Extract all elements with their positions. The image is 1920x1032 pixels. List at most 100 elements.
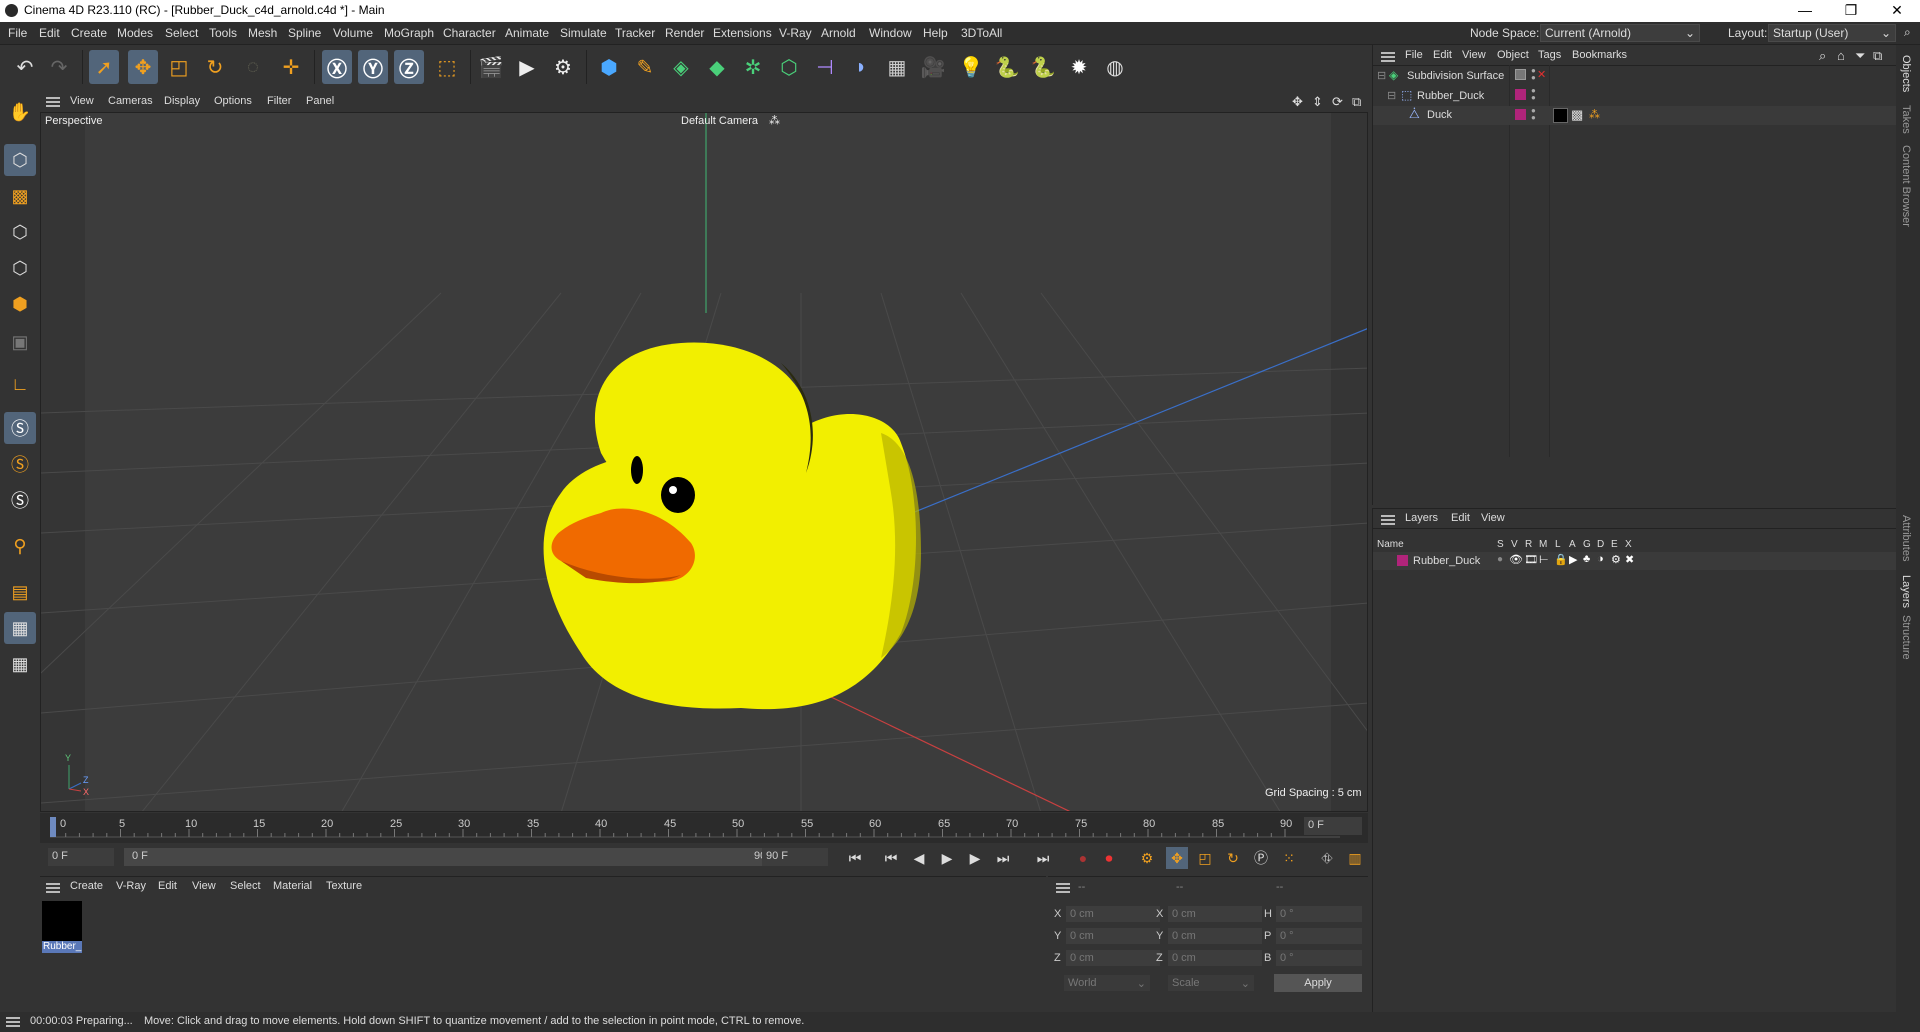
key-parameter-icon[interactable]: Ⓟ bbox=[1250, 847, 1272, 869]
move-tool-icon[interactable]: ✥ bbox=[128, 50, 158, 84]
pen-spline-icon[interactable]: ✎ bbox=[630, 50, 660, 84]
layer-row[interactable]: Rubber_Duck ● 👁 🎞 ⊢ 🔒 ▶ ♣ ◑ ⚙ ✖ bbox=[1373, 552, 1897, 570]
material-menu-create[interactable]: Create bbox=[70, 880, 103, 892]
menu-volume[interactable]: Volume bbox=[333, 26, 373, 40]
menu-3dtoall[interactable]: 3DToAll bbox=[961, 26, 1002, 40]
python-icon[interactable]: 🐍 bbox=[992, 50, 1022, 84]
objects-menu-tags[interactable]: Tags bbox=[1538, 49, 1561, 61]
workplane-icon[interactable]: ▤ bbox=[4, 576, 36, 608]
visibility-dots[interactable]: ● ● bbox=[1531, 107, 1536, 122]
3d-viewport[interactable]: Perspective Default Camera ⁂ Grid Spacin… bbox=[40, 112, 1368, 812]
size-x-field[interactable]: 0 cm bbox=[1168, 906, 1262, 922]
node-space-dropdown[interactable]: Current (Arnold) ⌄ bbox=[1540, 24, 1700, 42]
start-frame-field[interactable]: 0 F bbox=[48, 848, 114, 866]
current-frame-field[interactable]: 0 F bbox=[1304, 817, 1362, 835]
search-icon[interactable]: ⌕ bbox=[1904, 25, 1911, 40]
animation-play-icon[interactable]: ▶ bbox=[1569, 553, 1577, 566]
menu-tracker[interactable]: Tracker bbox=[615, 26, 655, 40]
solo-off-icon[interactable]: Ⓢ bbox=[4, 484, 36, 516]
y-axis-lock-icon[interactable]: Ⓨ bbox=[358, 50, 388, 84]
motion-mode-icon[interactable]: ⛗ bbox=[1316, 847, 1338, 869]
material-menu-material[interactable]: Material bbox=[273, 880, 312, 892]
render-icon[interactable]: 🎞 bbox=[1524, 553, 1538, 566]
enabled-cross-icon[interactable]: ✕ bbox=[1537, 68, 1546, 81]
hamburger-icon[interactable] bbox=[1381, 515, 1395, 525]
expand-icon[interactable]: ⊟ bbox=[1387, 89, 1396, 102]
polygons-mode-icon[interactable]: ⬢ bbox=[4, 288, 36, 320]
cloner-icon[interactable]: ✲ bbox=[738, 50, 768, 84]
menu-mograph[interactable]: MoGraph bbox=[384, 26, 434, 40]
generator-icon[interactable]: ♣ bbox=[1583, 553, 1590, 565]
tab-content-browser[interactable]: Content Browser bbox=[1900, 145, 1912, 227]
search-icon[interactable]: ⌕ bbox=[1819, 48, 1826, 64]
position-y-field[interactable]: 0 cm bbox=[1066, 928, 1160, 944]
scale-tool-icon[interactable]: ◰ bbox=[164, 50, 194, 84]
coordinate-system-icon[interactable]: ⬚ bbox=[432, 50, 462, 84]
material-tag-icon[interactable] bbox=[1553, 108, 1568, 123]
make-editable-icon[interactable]: ✋ bbox=[4, 96, 36, 128]
solo-icon[interactable]: Ⓢ bbox=[4, 412, 36, 444]
workplane-lock-icon[interactable]: ▦ bbox=[4, 612, 36, 644]
manager-icon[interactable]: ⊢ bbox=[1539, 553, 1549, 566]
layers-menu-layers[interactable]: Layers bbox=[1405, 512, 1438, 524]
key-rotation-icon[interactable]: ↻ bbox=[1222, 847, 1244, 869]
z-axis-lock-icon[interactable]: Ⓩ bbox=[394, 50, 424, 84]
undo-icon[interactable]: ↶ bbox=[10, 50, 40, 84]
lock-icon[interactable]: 🔒 bbox=[1554, 553, 1568, 566]
object-row-rubber-duck[interactable]: ⊟ ⬚ Rubber_Duck ● ● bbox=[1373, 87, 1897, 105]
xref-icon[interactable]: ✖ bbox=[1625, 553, 1634, 566]
expand-icon[interactable]: ⊟ bbox=[1377, 69, 1386, 82]
timeline-window-icon[interactable]: ▥ bbox=[1344, 847, 1366, 869]
minimize-button[interactable]: — bbox=[1782, 0, 1828, 22]
objects-menu-view[interactable]: View bbox=[1462, 49, 1486, 61]
menu-file[interactable]: File bbox=[8, 26, 27, 40]
solo-toggle-icon[interactable]: ● bbox=[1497, 554, 1503, 565]
field-icon[interactable]: ◗ bbox=[846, 50, 876, 84]
python-script-icon[interactable]: 🐍 bbox=[1028, 50, 1058, 84]
rotation-p-field[interactable]: 0 ° bbox=[1276, 928, 1362, 944]
menu-simulate[interactable]: Simulate bbox=[560, 26, 607, 40]
arnold-settings-icon[interactable]: ✹ bbox=[1064, 50, 1094, 84]
tab-objects[interactable]: Objects bbox=[1900, 55, 1912, 92]
objects-menu-object[interactable]: Object bbox=[1497, 49, 1529, 61]
hamburger-icon[interactable] bbox=[46, 883, 60, 893]
position-z-field[interactable]: 0 cm bbox=[1066, 950, 1160, 966]
material-menu-edit[interactable]: Edit bbox=[158, 880, 177, 892]
maximize-view-icon[interactable]: ⧉ bbox=[1352, 94, 1361, 110]
end-frame-field[interactable]: 90 F bbox=[762, 848, 828, 866]
render-view-icon[interactable]: 🎬 bbox=[476, 50, 506, 84]
go-to-end-icon[interactable]: ⏭ bbox=[1032, 847, 1054, 869]
go-to-start-icon[interactable]: ⏮ bbox=[844, 847, 866, 869]
next-frame-icon[interactable]: ▶ bbox=[964, 847, 986, 869]
apply-button[interactable]: Apply bbox=[1274, 974, 1362, 992]
axis-mode-icon[interactable]: ∟ bbox=[4, 368, 36, 400]
transform-mode-dropdown[interactable]: Scale ⌄ bbox=[1168, 975, 1254, 991]
select-tool-icon[interactable]: ➚ bbox=[89, 50, 119, 84]
model-mode-icon[interactable]: ⬡ bbox=[4, 144, 36, 176]
hamburger-icon[interactable] bbox=[1381, 52, 1395, 62]
points-mode-icon[interactable]: ⬡ bbox=[4, 216, 36, 248]
extrude-icon[interactable]: ◆ bbox=[702, 50, 732, 84]
material-menu-vray[interactable]: V-Ray bbox=[116, 880, 146, 892]
layers-menu-edit[interactable]: Edit bbox=[1451, 512, 1470, 524]
workplane-align-icon[interactable]: ▦ bbox=[4, 648, 36, 680]
close-button[interactable]: ✕ bbox=[1874, 0, 1920, 22]
menu-window[interactable]: Window bbox=[869, 26, 912, 40]
record-icon[interactable]: ● bbox=[1072, 847, 1094, 869]
mograph-icon[interactable]: ⬡ bbox=[774, 50, 804, 84]
snap-icon[interactable]: ⚲ bbox=[4, 530, 36, 562]
camera-icon[interactable]: 🎥 bbox=[918, 50, 948, 84]
rotate-view-icon[interactable]: ⟳ bbox=[1332, 94, 1343, 110]
previous-key-icon[interactable]: ⏮ bbox=[880, 847, 902, 869]
next-key-icon[interactable]: ⏭ bbox=[992, 847, 1014, 869]
axis-tool-icon[interactable]: ✛ bbox=[276, 50, 306, 84]
coordinate-space-dropdown[interactable]: World ⌄ bbox=[1064, 975, 1150, 991]
object-row-subdivision[interactable]: ⊟ ◈ Subdivision Surface ● ● ✕ bbox=[1373, 67, 1897, 85]
menu-help[interactable]: Help bbox=[923, 26, 948, 40]
keyframe-selection-icon[interactable]: ⚙ bbox=[1136, 847, 1158, 869]
viewport-menu-cameras[interactable]: Cameras bbox=[108, 95, 153, 107]
visibility-dots[interactable]: ● ● bbox=[1531, 87, 1536, 102]
deformer-icon[interactable]: ◑ bbox=[1597, 553, 1604, 565]
material-menu-select[interactable]: Select bbox=[230, 880, 261, 892]
rotate-tool-icon[interactable]: ↻ bbox=[200, 50, 230, 84]
